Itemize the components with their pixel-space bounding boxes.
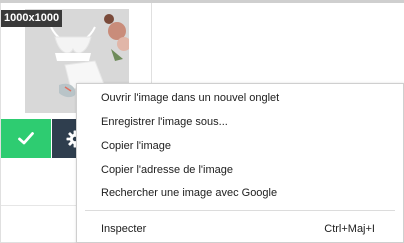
menu-item-copy-image[interactable]: Copier l'image bbox=[101, 139, 171, 153]
checkmark-icon bbox=[18, 132, 34, 145]
menu-item-inspect[interactable]: Inspecter bbox=[101, 222, 146, 236]
menu-item-open-image-new-tab[interactable]: Ouvrir l'image dans un nouvel onglet bbox=[101, 91, 279, 105]
select-image-button[interactable] bbox=[1, 119, 51, 158]
image-size-badge: 1000x1000 bbox=[1, 10, 63, 27]
menu-item-copy-image-address[interactable]: Copier l'adresse de l'image bbox=[101, 163, 233, 177]
menu-separator bbox=[85, 210, 395, 211]
context-menu: Ouvrir l'image dans un nouvel onglet Enr… bbox=[76, 83, 404, 243]
menu-item-save-image-as[interactable]: Enregistrer l'image sous... bbox=[101, 115, 228, 129]
inspect-shortcut: Ctrl+Maj+I bbox=[324, 223, 375, 235]
card-divider bbox=[1, 205, 81, 206]
menu-item-search-image-google[interactable]: Rechercher une image avec Google bbox=[101, 186, 277, 200]
